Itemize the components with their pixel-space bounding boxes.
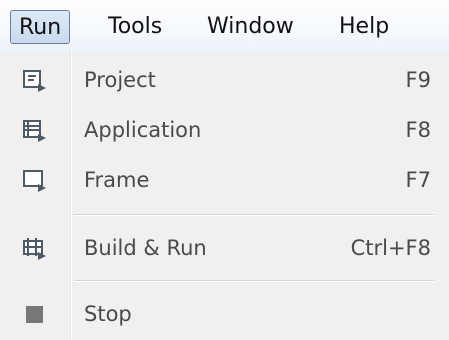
- menu-item-application[interactable]: Application F8: [0, 106, 449, 154]
- run-application-icon: [22, 118, 48, 142]
- menu-item-project[interactable]: Project F9: [0, 56, 449, 104]
- menu-item-shortcut: F8: [405, 118, 431, 142]
- run-frame-icon: [22, 168, 48, 192]
- menu-item-label: Frame: [84, 168, 150, 192]
- menu-bar: Run Tools Window Help: [0, 0, 449, 53]
- menu-item-frame[interactable]: Frame F7: [0, 156, 449, 204]
- menu-item-label: Application: [84, 118, 202, 142]
- menu-item-shortcut: F7: [405, 168, 431, 192]
- menu-item-label: Build & Run: [84, 236, 207, 260]
- build-and-run-icon: [22, 236, 48, 260]
- stop-icon: [22, 302, 48, 326]
- menu-item-label: Project: [84, 68, 156, 92]
- menu-run[interactable]: Run: [10, 10, 71, 44]
- menu-item-stop[interactable]: Stop: [0, 290, 449, 338]
- menu-item-build-and-run[interactable]: Build & Run Ctrl+F8: [0, 224, 449, 272]
- menu-tools[interactable]: Tools: [100, 10, 170, 44]
- menu-help[interactable]: Help: [331, 10, 397, 44]
- menu-item-label: Stop: [84, 302, 132, 326]
- run-project-icon: [22, 68, 48, 92]
- menu-separator: [74, 280, 434, 281]
- run-menu-dropdown: Project F9 Application F8 Frame F7 Build…: [0, 52, 449, 340]
- menu-separator: [74, 214, 434, 215]
- menu-window[interactable]: Window: [199, 10, 302, 44]
- menu-item-shortcut: F9: [405, 68, 431, 92]
- menu-item-shortcut: Ctrl+F8: [350, 236, 431, 260]
